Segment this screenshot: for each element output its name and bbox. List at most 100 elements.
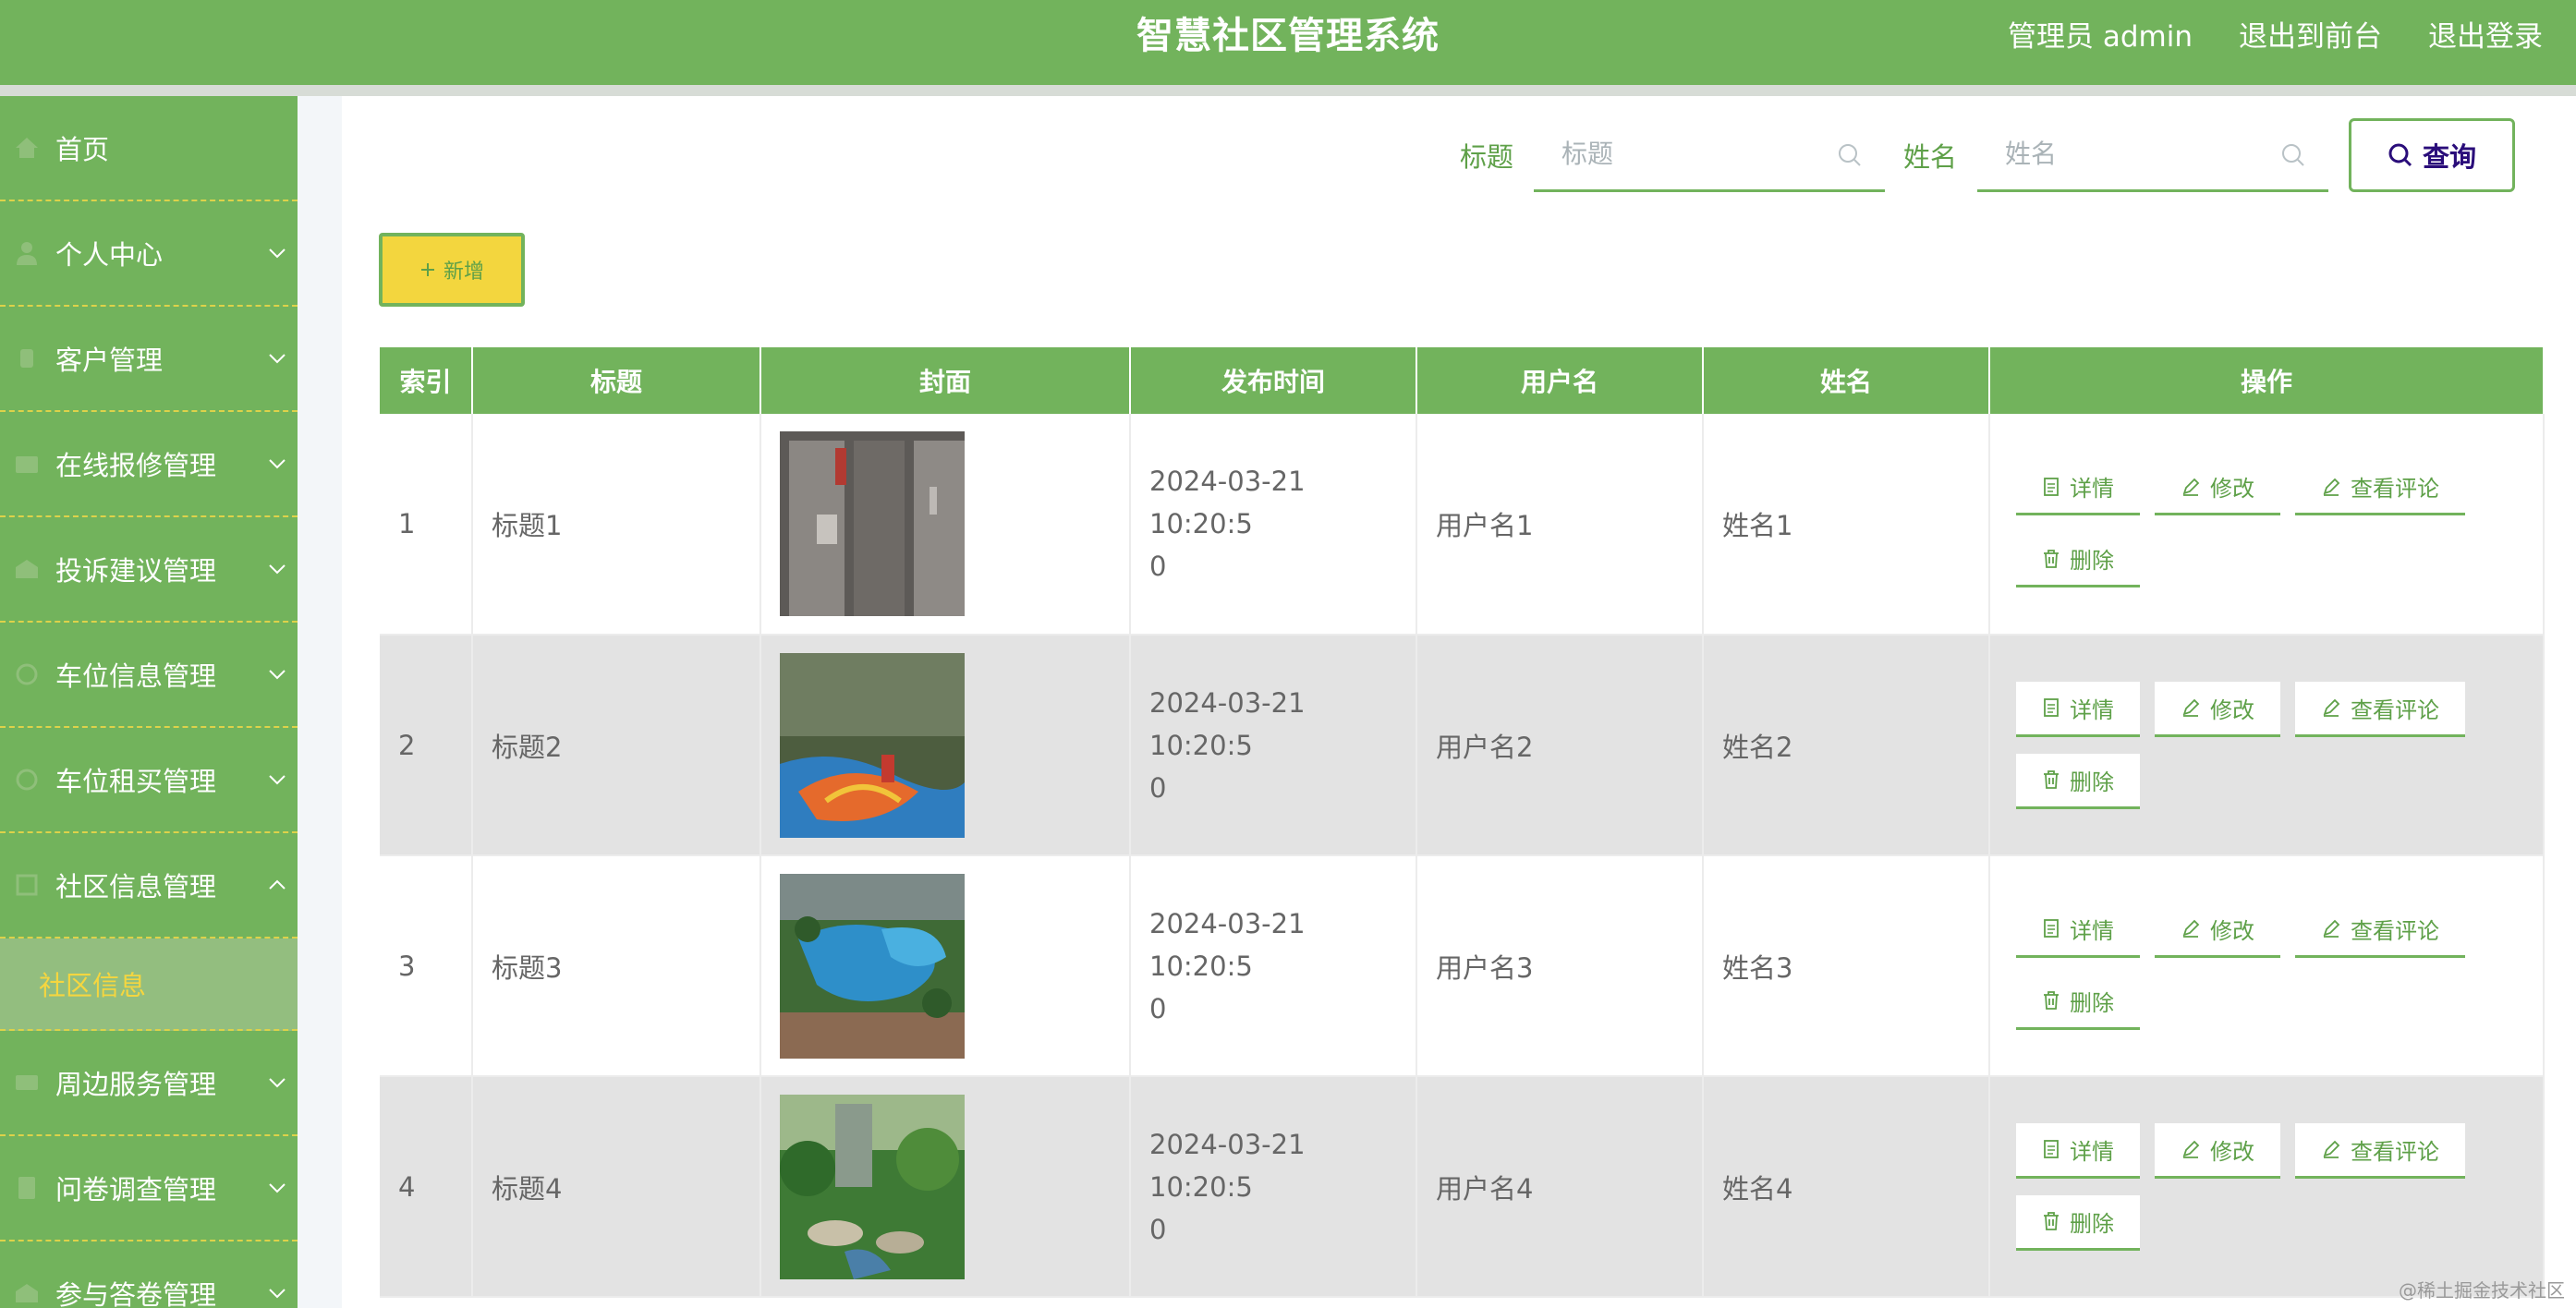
cell-actions: 详情 修改 查看评论 删除 [1989,414,2545,636]
user-icon [11,237,43,269]
parking-rent-icon [11,764,43,795]
edit-button[interactable]: 修改 [2155,681,2280,737]
chevron-down-icon [266,769,288,791]
document-icon [2044,698,2059,717]
edit-button-label: 修改 [2210,476,2254,502]
repair-icon [11,448,43,479]
cover-image[interactable] [780,652,965,838]
sidebar-item-complaints[interactable]: 投诉建议管理 [0,517,298,623]
column-header: 姓名 [1703,347,1990,414]
pencil-icon [2323,919,2340,938]
column-header: 标题 [472,347,761,414]
detail-button-label: 详情 [2070,696,2114,723]
sidebar-item-profile[interactable]: 个人中心 [0,201,298,307]
cell-publish-time: 2024-03-21 10:20:5 0 [1130,414,1417,636]
pencil-icon [2182,919,2200,938]
chevron-down-icon [266,1177,288,1199]
row-actions: 详情 修改 查看评论 删除 [2016,681,2497,809]
cell-cover [760,1076,1131,1298]
title-search-input[interactable] [1534,118,1886,189]
complaint-icon [11,553,43,585]
sidebar-item-repair[interactable]: 在线报修管理 [0,412,298,517]
cell-actions: 详情 修改 查看评论 删除 [1989,635,2545,856]
cell-username: 用户名3 [1416,855,1704,1077]
add-button-label: 新增 [443,260,484,284]
cell-title: 标题1 [472,414,761,636]
sidebar-item-customers[interactable]: 客户管理 [0,307,298,412]
search-icon [2388,143,2412,167]
cover-image[interactable] [780,1094,965,1279]
admin-user-label: 管理员 admin [2008,20,2193,54]
name-search-input[interactable] [1977,118,2329,189]
delete-button[interactable]: 删除 [2016,532,2140,587]
title-filter-label: 标题 [1460,141,1514,173]
publish-time-line: 2024-03-21 10:20:5 [1149,686,1306,761]
detail-button[interactable]: 详情 [2016,681,2140,737]
query-button[interactable]: 查询 [2349,118,2516,192]
pencil-icon [2182,1140,2200,1158]
edit-button[interactable]: 修改 [2155,902,2280,958]
sidebar-item-home[interactable]: 首页 [0,96,298,201]
search-icon [1837,142,1863,172]
sidebar-item-label: 车位信息管理 [55,660,217,692]
delete-button[interactable]: 删除 [2016,974,2140,1030]
cover-image[interactable] [780,873,965,1059]
delete-button[interactable]: 删除 [2016,1194,2140,1251]
edit-button[interactable]: 修改 [2155,1122,2280,1179]
sidebar-item-parking-info[interactable]: 车位信息管理 [0,623,298,728]
table-row: 2 标题2 2024-03-21 10:20:5 0 用户名2 姓名2 详情 修… [380,635,2545,856]
exit-to-front-link[interactable]: 退出到前台 [2239,13,2382,54]
sidebar-item-survey[interactable]: 问卷调查管理 [0,1136,298,1241]
cell-publish-time: 2024-03-21 10:20:5 0 [1130,855,1417,1077]
cover-image[interactable] [780,431,965,616]
delete-button[interactable]: 删除 [2016,753,2140,809]
sidebar-item-label: 客户管理 [55,345,164,376]
chevron-down-icon [266,663,288,685]
sidebar-item-label: 投诉建议管理 [55,555,217,587]
view-comments-button[interactable]: 查看评论 [2295,681,2465,737]
sidebar-item-label: 车位租买管理 [55,766,217,797]
sidebar-item-answers[interactable]: 参与答卷管理 [0,1241,298,1308]
publish-time-line: 2024-03-21 10:20:5 [1149,466,1306,539]
sidebar-item-label: 问卷调查管理 [55,1174,217,1205]
pencil-icon [2182,698,2200,717]
edit-button[interactable]: 修改 [2155,460,2280,515]
sidebar-item-label: 个人中心 [55,239,164,271]
sidebar-item-label: 参与答卷管理 [55,1279,217,1308]
row-actions: 详情 修改 查看评论 删除 [2016,902,2497,1030]
logout-link[interactable]: 退出登录 [2428,13,2543,54]
pencil-icon [2323,698,2340,717]
cell-name: 姓名1 [1703,414,1990,636]
sidebar-item-services[interactable]: 周边服务管理 [0,1031,298,1136]
cell-username: 用户名4 [1416,1076,1704,1298]
cell-cover [760,855,1131,1077]
document-icon [2044,1140,2059,1158]
detail-button[interactable]: 详情 [2016,460,2140,515]
cell-publish-time: 2024-03-21 10:20:5 0 [1130,1076,1417,1298]
edit-button-label: 修改 [2210,917,2254,944]
document-icon [2044,919,2059,938]
detail-button-label: 详情 [2070,476,2114,502]
view-comments-button[interactable]: 查看评论 [2295,902,2465,958]
chevron-down-icon [266,558,288,580]
table-row: 1 标题1 2024-03-21 10:20:5 0 用户名1 姓名1 详情 修… [380,414,2545,636]
sidebar-subitem-community-info[interactable]: 社区信息 [0,939,298,1031]
trash-icon [2044,770,2059,789]
sidebar-item-label: 在线报修管理 [55,450,217,481]
sidebar-item-community[interactable]: 社区信息管理 [0,833,298,939]
chevron-down-icon [266,347,288,369]
sidebar-item-parking-rent[interactable]: 车位租买管理 [0,728,298,833]
chevron-down-icon [266,1072,288,1094]
cell-index: 4 [380,1076,473,1298]
name-search-field [1977,118,2329,192]
detail-button[interactable]: 详情 [2016,1122,2140,1179]
cell-cover [760,414,1131,636]
detail-button-label: 详情 [2070,1138,2114,1165]
column-header: 用户名 [1416,347,1704,414]
view-comments-button[interactable]: 查看评论 [2295,1122,2465,1179]
add-button[interactable]: 新增 [379,233,525,307]
top-header: 智慧社区管理系统 管理员 admin 退出到前台 退出登录 [0,0,2576,85]
cell-name: 姓名4 [1703,1076,1990,1298]
detail-button[interactable]: 详情 [2016,902,2140,958]
view-comments-button[interactable]: 查看评论 [2295,460,2465,515]
